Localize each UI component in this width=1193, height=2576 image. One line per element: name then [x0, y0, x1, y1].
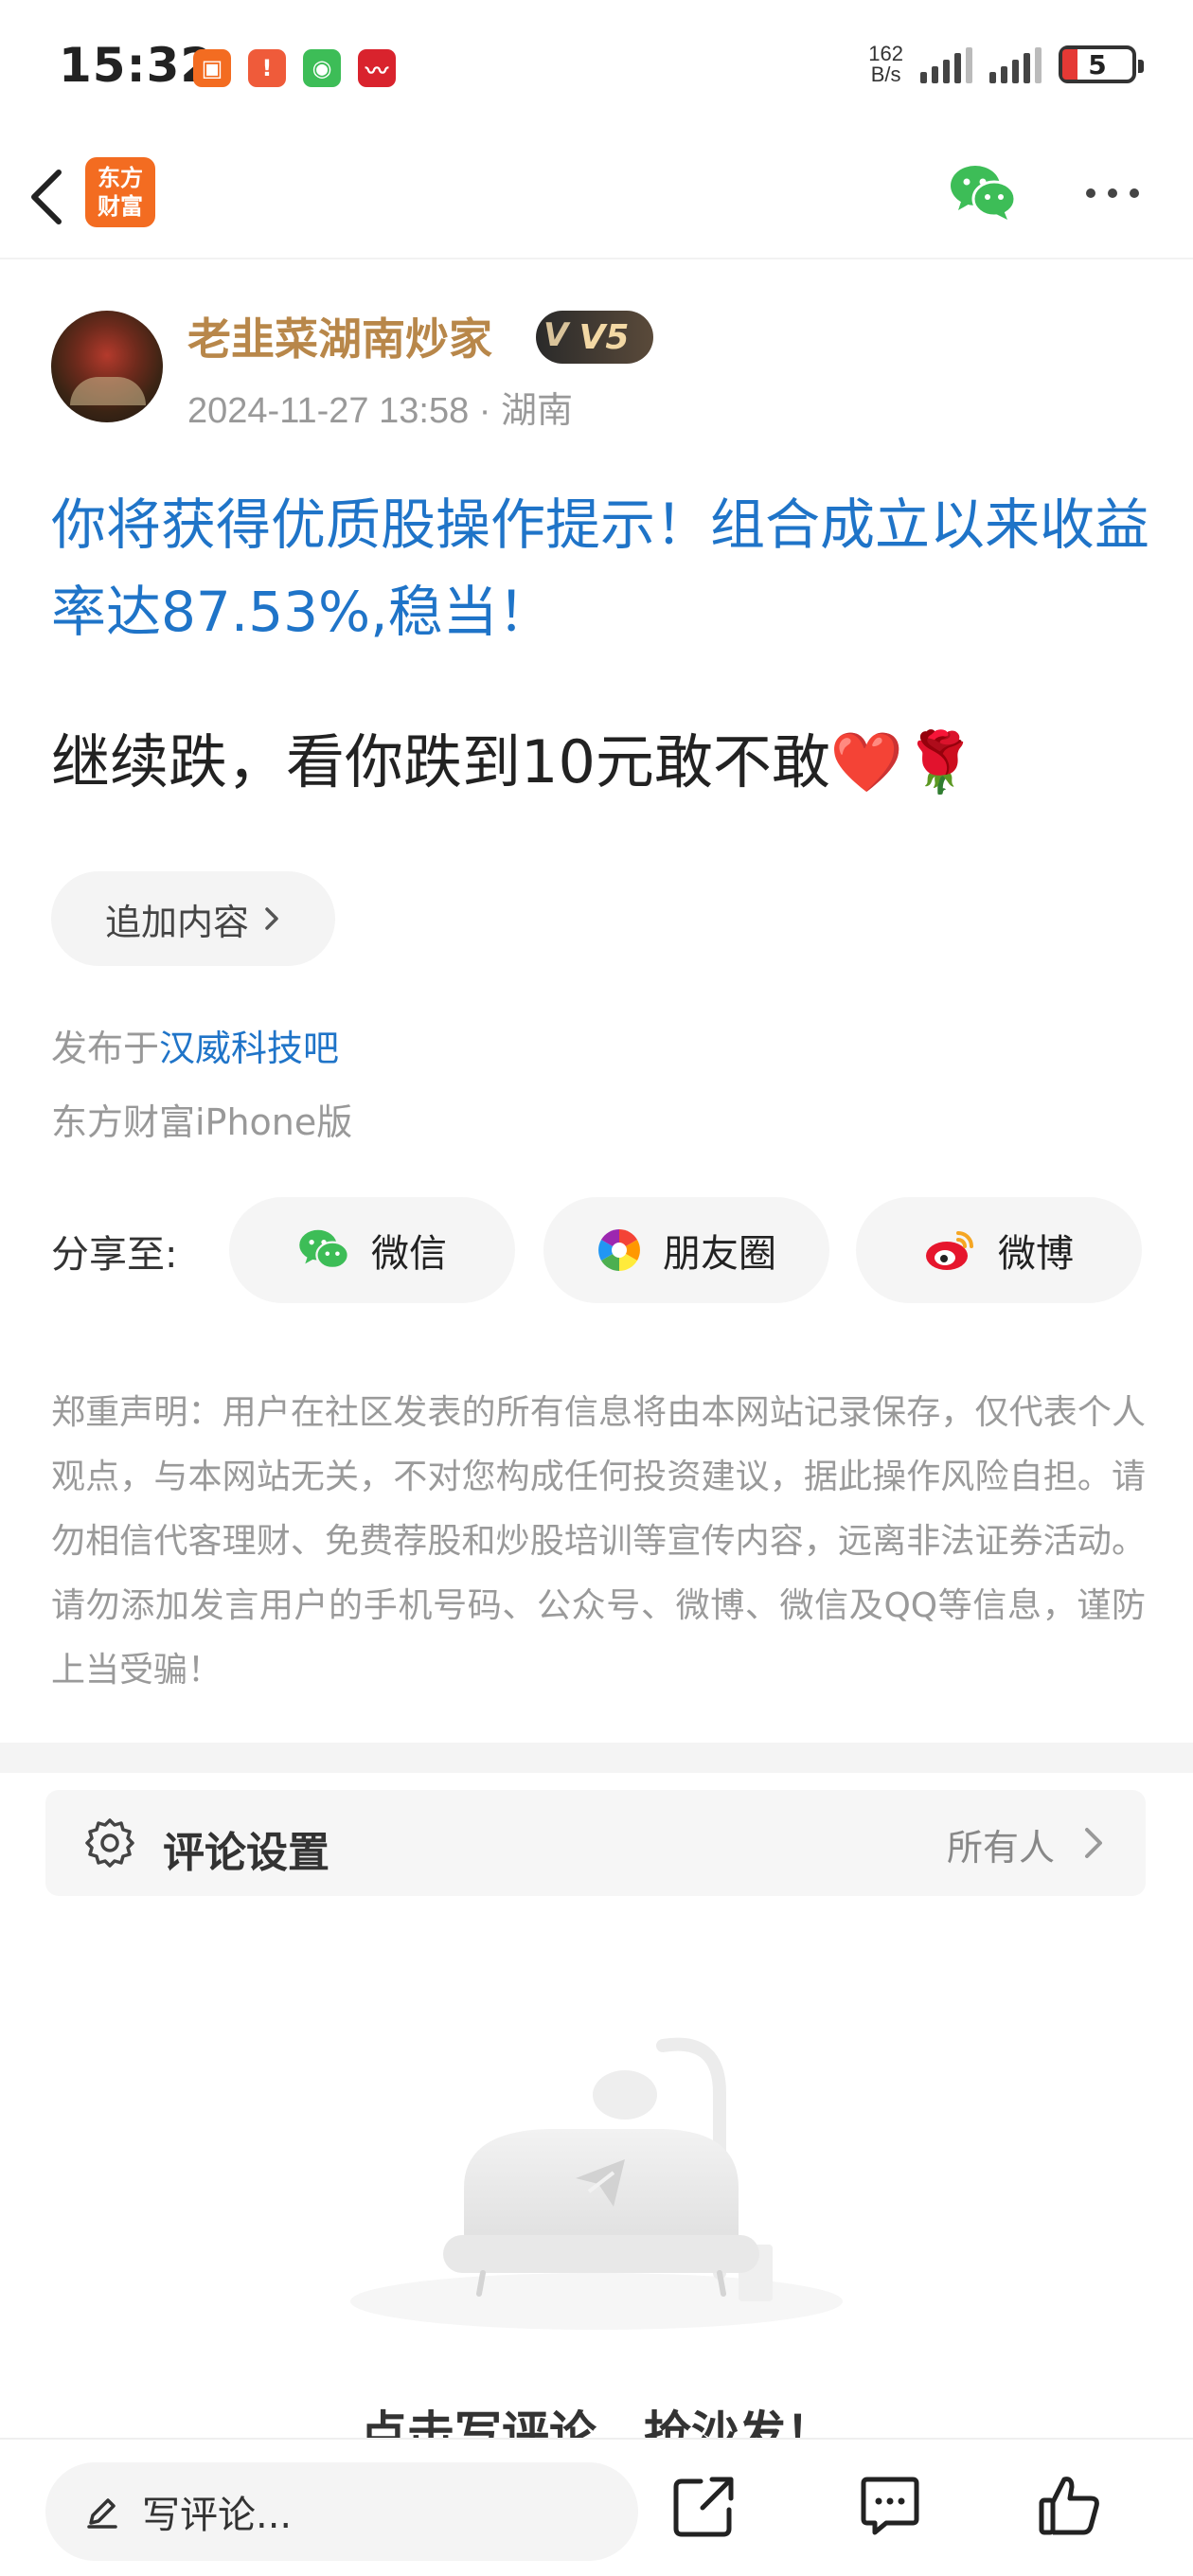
share-icon[interactable] — [668, 2470, 740, 2542]
level-badge: V5 — [536, 311, 653, 364]
app-logo: 东方 财富 — [85, 157, 155, 227]
section-divider — [0, 1743, 1193, 1773]
status-time: 15:32 — [59, 38, 215, 93]
share-weibo-label: 微博 — [998, 1232, 1074, 1276]
author-avatar[interactable] — [51, 311, 163, 422]
post-date: 2024-11-27 13:58 — [187, 391, 470, 431]
empty-sofa-illustration — [350, 2037, 843, 2330]
bottom-action-bar: 写评论... — [0, 2438, 1193, 2576]
pencil-icon — [87, 2498, 117, 2529]
promo-title-link[interactable]: 你将获得优质股操作提示！组合成立以来收益率达87.53%,稳当！ — [51, 481, 1149, 655]
notification-icons: ▣ ! ◉ 〰 — [193, 49, 396, 87]
share-wechat-label: 微信 — [371, 1232, 447, 1276]
app-header: 东方 财富 — [0, 133, 1193, 259]
rose-icon: 🌹 — [903, 727, 977, 796]
signal-icon — [989, 45, 1042, 83]
author-name[interactable]: 老韭菜湖南炒家 — [187, 305, 492, 367]
share-wechat-button[interactable]: 微信 — [229, 1197, 515, 1303]
status-bar: 15:32 ▣ ! ◉ 〰 162 B/s 5 — [0, 0, 1193, 133]
chevron-left-icon — [31, 170, 62, 224]
status-right: 162 B/s 5 — [868, 42, 1144, 86]
stock-bar-link[interactable]: 汉威科技吧 — [159, 1028, 339, 1069]
battery-icon: 5 — [1059, 45, 1144, 83]
wechat-icon — [299, 1229, 349, 1270]
published-in: 发布于汉威科技吧 — [51, 1019, 339, 1071]
share-moments-button[interactable]: 朋友圈 — [543, 1197, 829, 1303]
dot-icon — [1086, 188, 1095, 198]
comment-settings-row[interactable]: 评论设置 所有人 — [45, 1790, 1146, 1896]
more-options-button[interactable] — [1079, 176, 1146, 210]
gear-icon — [85, 1818, 134, 1868]
chevron-right-icon — [265, 907, 278, 930]
post-body: 继续跌，看你跌到10元敢不敢❤️🌹 — [51, 720, 1149, 805]
post-meta: 2024-11-27 13:58 · 湖南 — [187, 381, 573, 433]
dot-icon — [1130, 188, 1139, 198]
write-comment-input[interactable]: 写评论... — [45, 2462, 638, 2561]
weibo-icon — [926, 1231, 973, 1270]
comment-settings-title: 评论设置 — [163, 1829, 329, 1877]
post-location: 湖南 — [501, 391, 574, 431]
meta-separator: · — [469, 391, 501, 431]
wechat-icon — [951, 166, 1017, 220]
client-source: 东方财富iPhone版 — [51, 1101, 353, 1143]
wechat-icon: ◉ — [303, 49, 341, 87]
heart-icon: ❤️ — [829, 727, 904, 796]
share-label: 分享至: — [51, 1233, 178, 1277]
back-button[interactable] — [21, 159, 74, 235]
share-moments-label: 朋友圈 — [663, 1232, 776, 1276]
comment-settings-value: 所有人 — [946, 1827, 1055, 1869]
net-speed: 162 B/s — [868, 42, 903, 86]
alert-icon: ! — [248, 49, 286, 87]
signal-icon — [920, 45, 972, 83]
share-weibo-button[interactable]: 微博 — [856, 1197, 1142, 1303]
dot-icon — [1108, 188, 1117, 198]
post-body-text: 继续跌，看你跌到10元敢不敢 — [51, 727, 830, 796]
wechat-share-button[interactable] — [949, 161, 1017, 224]
add-content-button[interactable]: 追加内容 — [51, 871, 335, 966]
write-comment-placeholder: 写评论... — [142, 2494, 293, 2537]
chevron-right-icon — [1085, 1828, 1102, 1858]
add-content-label: 追加内容 — [104, 901, 249, 943]
disclaimer-text: 郑重声明：用户在社区发表的所有信息将由本网站记录保存，仅代表个人观点，与本网站无… — [51, 1393, 1146, 1690]
comments-icon[interactable] — [854, 2470, 926, 2542]
app-icon: ▣ — [193, 49, 231, 87]
published-prefix: 发布于 — [51, 1028, 160, 1069]
thumbs-up-icon[interactable] — [1034, 2470, 1106, 2542]
moments-icon — [598, 1229, 640, 1271]
stock-app-icon: 〰 — [358, 49, 396, 87]
